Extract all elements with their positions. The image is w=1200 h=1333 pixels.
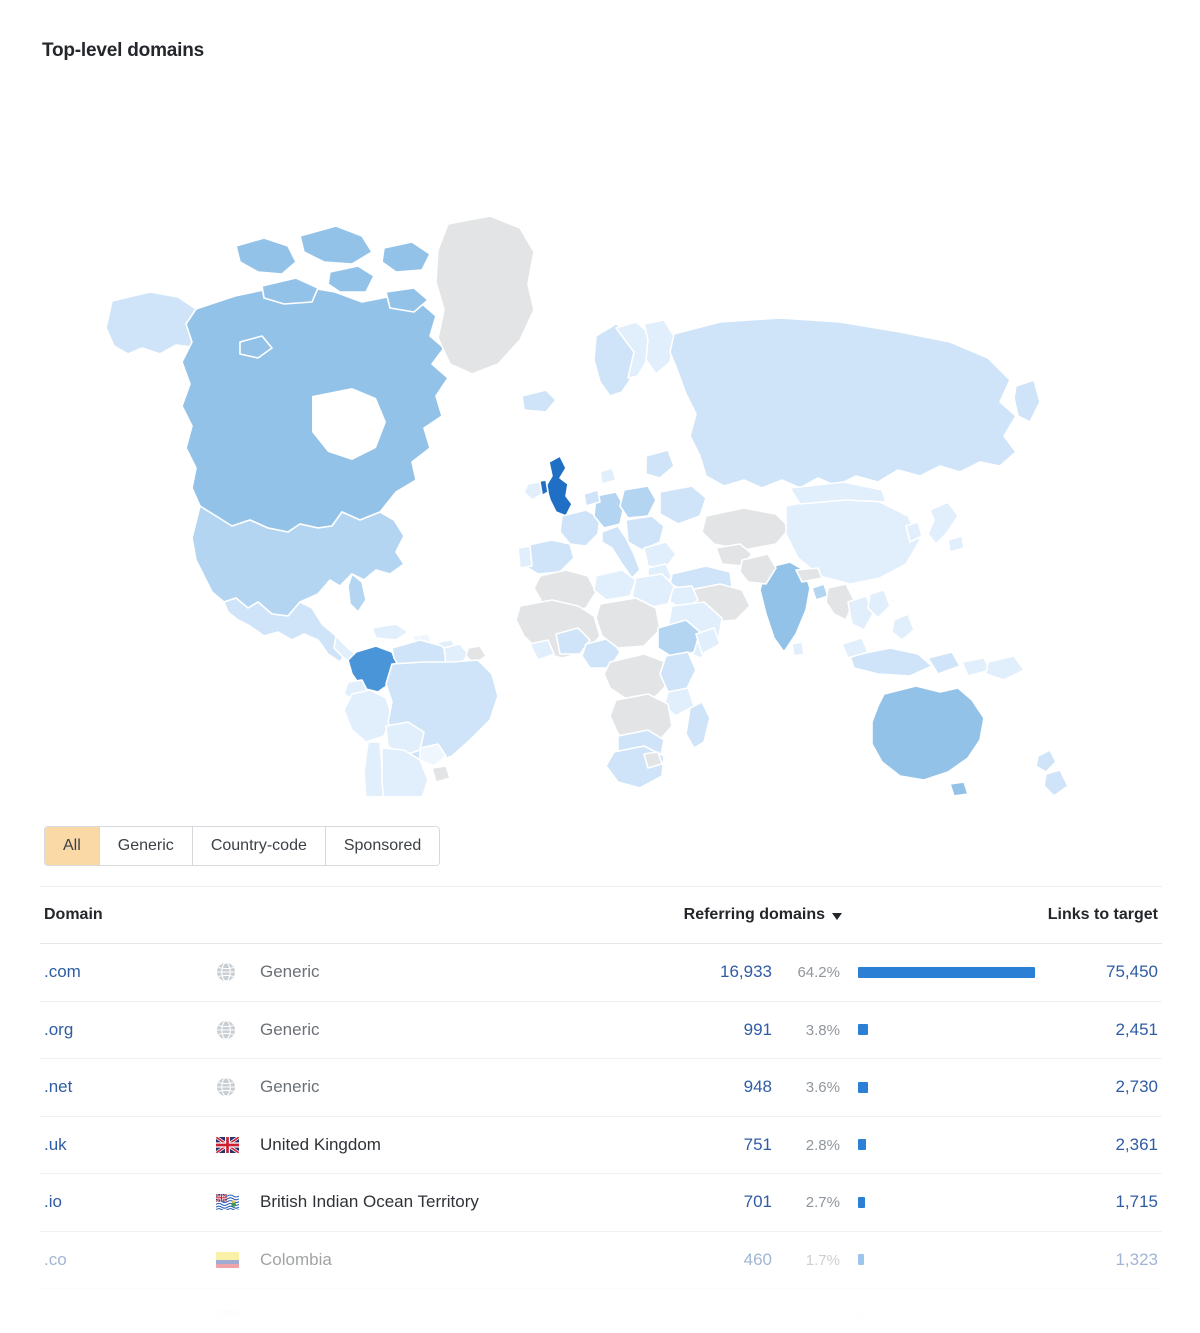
world-choropleth-map[interactable]: .ld0 { fill:#e2e4e6; } .ld1 { fill:#eff6…: [0, 96, 1200, 796]
flag-io-icon: [216, 1194, 239, 1211]
share-bar: [858, 1312, 864, 1324]
table-row[interactable]: .com Generic 16,933 64.2% 75,450: [40, 944, 1162, 1002]
globe-icon-slot: [216, 1020, 260, 1040]
links-to-target-value[interactable]: 2,730: [1115, 1077, 1158, 1096]
country-label: Colombia: [260, 1249, 332, 1269]
tab-generic[interactable]: Generic: [99, 827, 193, 865]
column-header-referring-domains-label: Referring domains: [683, 906, 825, 923]
top-level-domains-panel: Top-level domains .ld0 { fill:#e2e4e6; }…: [0, 0, 1200, 1333]
tab-country-code[interactable]: Country-code: [192, 827, 326, 865]
table-row[interactable]: .org Generic 991 3.8% 2,451: [40, 1002, 1162, 1059]
table-row[interactable]: .net Generic 948 3.6% 2,730: [40, 1059, 1162, 1117]
flag-ai-icon-slot: [216, 1309, 260, 1326]
globe-icon-slot: [216, 962, 260, 982]
tld-filter-tabs[interactable]: All Generic Country-code Sponsored: [44, 826, 441, 866]
tld-link[interactable]: .io: [44, 1192, 62, 1211]
globe-icon: [217, 1077, 235, 1097]
map-countries: [105, 215, 1069, 796]
referring-domains-percent: 2.7%: [805, 1194, 840, 1212]
table-header-row: Domain Referring domains Links to target: [40, 886, 1162, 944]
tab-sponsored[interactable]: Sponsored: [325, 827, 440, 865]
tld-link[interactable]: .org: [44, 1020, 73, 1039]
tld-link[interactable]: .com: [44, 962, 81, 981]
referring-domains-value[interactable]: 460: [744, 1250, 772, 1269]
flag-io-icon-slot: [216, 1194, 260, 1211]
table-row[interactable]: .co Colombia 460 1.7% 1,323: [40, 1232, 1162, 1289]
referring-domains-value[interactable]: 351: [744, 1308, 772, 1327]
referring-domains-percent: 2.8%: [805, 1136, 840, 1154]
tld-link[interactable]: .net: [44, 1077, 72, 1096]
table-row[interactable]: .uk United Kingdom 751 2.8% 2,361: [40, 1117, 1162, 1174]
globe-icon-slot: [216, 1077, 260, 1097]
referring-domains-value[interactable]: 16,933: [720, 962, 772, 981]
share-bar: [858, 1024, 869, 1036]
flag-co-icon: [216, 1251, 239, 1268]
world-map-svg: .ld0 { fill:#e2e4e6; } .ld1 { fill:#eff6…: [105, 215, 1069, 796]
country-label: United Kingdom: [260, 1134, 381, 1154]
table-row[interactable]: .ai Anguilla 351 1.3% 1,247: [40, 1289, 1162, 1333]
country-label: British Indian Ocean Territory: [260, 1192, 479, 1212]
share-bar: [858, 1081, 868, 1093]
globe-icon: [217, 1020, 235, 1040]
column-header-referring-domains[interactable]: Referring domains: [216, 906, 842, 924]
share-bar: [858, 1196, 866, 1208]
share-bar: [858, 1139, 866, 1151]
country-label: Generic: [260, 962, 320, 982]
tld-link[interactable]: .co: [44, 1250, 67, 1269]
referring-domains-percent: 64.2%: [797, 964, 840, 982]
tld-table: Domain Referring domains Links to target…: [40, 886, 1162, 1333]
links-to-target-value[interactable]: 75,450: [1106, 962, 1158, 981]
table-row[interactable]: .io British Indian Ocean Territory 701 2.7%…: [40, 1174, 1162, 1232]
referring-domains-percent: 3.8%: [805, 1021, 840, 1039]
referring-domains-percent: 1.3%: [805, 1309, 840, 1327]
links-to-target-value[interactable]: 1,323: [1115, 1250, 1158, 1269]
referring-domains-percent: 1.7%: [805, 1251, 840, 1269]
country-label: Anguilla: [260, 1307, 321, 1327]
caret-down-icon: [832, 912, 842, 920]
share-bar: [858, 966, 1035, 978]
links-to-target-value[interactable]: 2,451: [1115, 1020, 1158, 1039]
page-title: Top-level domains: [42, 40, 204, 61]
links-to-target-value[interactable]: 2,361: [1115, 1135, 1158, 1154]
country-label: Generic: [260, 1019, 320, 1039]
tab-all[interactable]: All: [45, 827, 100, 865]
share-bar: [858, 1254, 864, 1266]
flag-co-icon-slot: [216, 1251, 260, 1268]
links-to-target-value[interactable]: 1,715: [1115, 1192, 1158, 1211]
referring-domains-value[interactable]: 948: [744, 1077, 772, 1096]
column-header-domain[interactable]: Domain: [40, 906, 216, 924]
tld-link[interactable]: .ai: [44, 1308, 62, 1327]
flag-gb-icon: [216, 1136, 239, 1153]
flag-ai-icon: [216, 1309, 239, 1326]
country-label: Generic: [260, 1077, 320, 1097]
referring-domains-value[interactable]: 991: [744, 1020, 772, 1039]
flag-gb-icon-slot: [216, 1136, 260, 1153]
referring-domains-value[interactable]: 751: [744, 1135, 772, 1154]
links-to-target-value[interactable]: 1,247: [1115, 1308, 1158, 1327]
tld-link[interactable]: .uk: [44, 1135, 67, 1154]
referring-domains-percent: 3.6%: [805, 1079, 840, 1097]
table-body: .com Generic 16,933 64.2% 75,450 .org Generic 9…: [40, 944, 1162, 1333]
column-header-links-to-target[interactable]: Links to target: [842, 906, 1162, 924]
referring-domains-value[interactable]: 701: [744, 1192, 772, 1211]
globe-icon: [217, 962, 235, 982]
